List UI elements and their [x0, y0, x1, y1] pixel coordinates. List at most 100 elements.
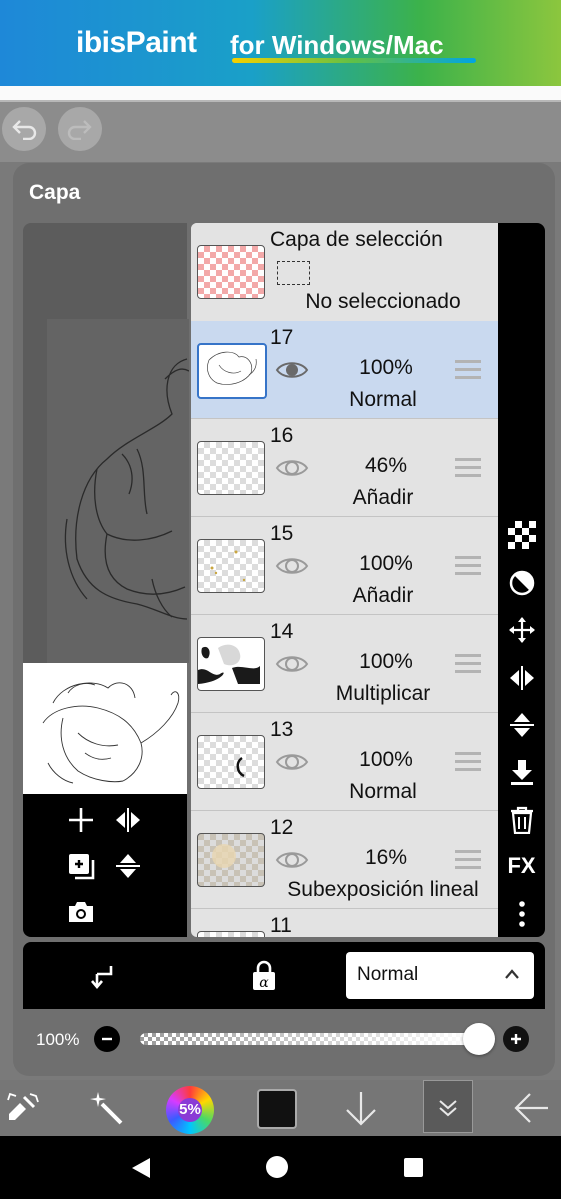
flip-vertical-button[interactable]: [114, 852, 142, 885]
drag-handle-icon[interactable]: [455, 850, 481, 870]
layer-row-11[interactable]: 11: [191, 909, 498, 937]
blend-mode-select[interactable]: Normal: [346, 952, 534, 999]
camera-button[interactable]: [67, 900, 95, 929]
color-wheel-button[interactable]: 5%: [166, 1086, 214, 1134]
fx-filter-button[interactable]: FX: [498, 848, 545, 884]
redo-icon: [67, 120, 92, 140]
transparent-fill-button[interactable]: [498, 517, 545, 553]
layer-blend-mode: Normal: [349, 388, 417, 411]
eye-icon: [275, 558, 309, 574]
clip-arrow-icon: [91, 966, 113, 990]
banner-divider: [0, 86, 561, 102]
layer-opacity: 100%: [359, 748, 413, 771]
visibility-toggle[interactable]: [275, 653, 309, 680]
delete-layer-button[interactable]: [498, 802, 545, 838]
svg-text:α: α: [259, 975, 269, 991]
opacity-decrease-button[interactable]: [94, 1026, 120, 1052]
opacity-increase-button[interactable]: [503, 1026, 529, 1052]
move-layer-button[interactable]: [498, 612, 545, 648]
flip-layer-vertical-button[interactable]: [498, 707, 545, 743]
blend-mode-value: Normal: [357, 964, 419, 985]
nav-home-button[interactable]: [266, 1156, 288, 1178]
layer-opacity: 100%: [359, 552, 413, 575]
arrow-down-icon: [346, 1092, 376, 1126]
move-icon: [508, 617, 535, 643]
current-color-swatch[interactable]: [257, 1089, 297, 1129]
merge-down-button[interactable]: [498, 754, 545, 790]
visibility-toggle[interactable]: [275, 555, 309, 582]
layer-opacity: 100%: [359, 356, 413, 379]
visibility-toggle[interactable]: [275, 457, 309, 484]
nav-recents-button[interactable]: [404, 1158, 423, 1177]
layer-down-button[interactable]: [344, 1090, 378, 1133]
opacity-slider-track[interactable]: [140, 1033, 480, 1045]
layer-panel-toggle[interactable]: [423, 1080, 473, 1133]
layer-row-15[interactable]: 15 100% Añadir: [191, 517, 498, 615]
color-wheel-label: 5%: [179, 1101, 201, 1118]
layer-opacity: 16%: [364, 846, 408, 869]
clipping-toggle-button[interactable]: [89, 962, 117, 995]
eye-icon: [275, 460, 309, 476]
promo-banner[interactable]: ibisPaint for Windows/Mac: [0, 0, 561, 86]
trash-icon: [510, 806, 533, 834]
flip-layer-horizontal-button[interactable]: [498, 660, 545, 696]
layer-row-14[interactable]: 14 100% Multiplicar: [191, 615, 498, 713]
drag-handle-icon[interactable]: [455, 360, 481, 380]
selection-marquee-icon: [277, 261, 310, 285]
add-layer-button[interactable]: [67, 806, 95, 839]
layer-number: 11: [270, 914, 292, 937]
bottom-toolbar: 5%: [0, 1080, 561, 1136]
checkerboard-icon: [507, 521, 536, 549]
layer-blend-mode: Añadir: [352, 486, 414, 509]
eye-icon: [275, 362, 309, 378]
nav-back-button[interactable]: [130, 1157, 152, 1184]
magic-wand-button[interactable]: [88, 1090, 124, 1131]
layer-row-13[interactable]: 13 100% Normal: [191, 713, 498, 811]
banner-underline: [232, 58, 476, 63]
undo-button[interactable]: [2, 107, 46, 151]
more-options-button[interactable]: [498, 896, 545, 932]
layer-blend-mode: Añadir: [352, 584, 414, 607]
system-navigation-bar: [0, 1136, 561, 1199]
navigator-thumbnail[interactable]: [23, 663, 187, 794]
canvas-drawing-preview: [47, 319, 190, 663]
layer-row-16[interactable]: 16 46% Añadir: [191, 419, 498, 517]
clipping-button[interactable]: [498, 565, 545, 601]
magic-wand-icon: [90, 1092, 123, 1125]
top-toolbar: [0, 102, 561, 162]
layer-row-17[interactable]: 17 100% Normal: [191, 321, 498, 419]
drag-handle-icon[interactable]: [455, 458, 481, 478]
layer-opacity: 100%: [359, 650, 413, 673]
back-button[interactable]: [512, 1092, 550, 1129]
panel-title: Capa: [29, 181, 81, 204]
alpha-lock-button[interactable]: α: [250, 960, 278, 997]
drag-handle-icon[interactable]: [455, 654, 481, 674]
banner-tagline: for Windows/Mac: [230, 30, 444, 60]
alpha-lock-icon: α: [253, 960, 275, 991]
layer-row-12[interactable]: 12 16% Subexposición lineal: [191, 811, 498, 909]
layer-list[interactable]: Capa de selección No seleccionado 17 100…: [191, 223, 498, 937]
ibispaint-logo: ibisPaint: [76, 26, 197, 59]
visibility-toggle[interactable]: [275, 849, 309, 876]
flip-horizontal-icon: [509, 666, 534, 690]
flip-horizontal-button[interactable]: [114, 806, 142, 839]
flip-vertical-icon: [509, 713, 534, 737]
opacity-slider-handle[interactable]: [463, 1023, 495, 1055]
duplicate-layer-button[interactable]: [67, 852, 97, 887]
layer-blend-mode: Subexposición lineal: [287, 878, 479, 901]
layer-opacity: 46%: [364, 454, 408, 477]
drag-handle-icon[interactable]: [455, 556, 481, 576]
merge-down-icon: [510, 760, 533, 785]
half-circle-icon: [509, 570, 534, 596]
visibility-toggle[interactable]: [275, 359, 309, 386]
canvas-tools: [23, 794, 187, 937]
layer-thumbnail: [197, 931, 265, 937]
visibility-toggle[interactable]: [275, 751, 309, 778]
plus-icon: [69, 808, 93, 832]
selection-layer[interactable]: Capa de selección No seleccionado: [191, 223, 498, 322]
tool-switch-button[interactable]: [6, 1092, 40, 1129]
drag-handle-icon[interactable]: [455, 752, 481, 772]
redo-button[interactable]: [58, 107, 102, 151]
undo-icon: [12, 120, 37, 140]
eye-icon: [275, 656, 309, 672]
